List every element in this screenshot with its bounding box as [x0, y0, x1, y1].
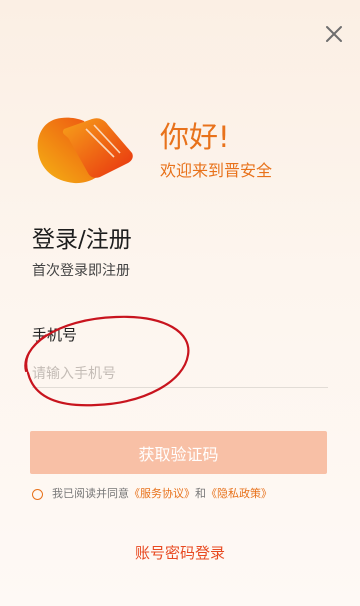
agreement-row: 我已阅读并同意 《服务协议》 和 《隐私政策》	[32, 486, 272, 502]
agreement-radio[interactable]	[32, 488, 43, 500]
agreement-prefix: 我已阅读并同意	[52, 487, 129, 500]
page-subtitle: 首次登录即注册	[32, 263, 130, 279]
service-agreement-link[interactable]: 《服务协议》	[129, 486, 195, 502]
close-icon[interactable]	[322, 22, 346, 46]
page-title: 登录/注册	[32, 227, 132, 253]
phone-input[interactable]	[32, 360, 328, 388]
privacy-policy-link[interactable]: 《隐私政策》	[206, 486, 272, 502]
phone-label: 手机号	[32, 326, 78, 344]
agreement-and: 和	[195, 487, 206, 500]
greeting-subtitle: 欢迎来到晋安全	[160, 161, 273, 180]
greeting-title: 你好!	[160, 120, 230, 154]
app-logo	[37, 117, 133, 184]
password-login-link[interactable]: 账号密码登录	[0, 542, 360, 563]
get-code-button[interactable]: 获取验证码	[30, 431, 327, 474]
